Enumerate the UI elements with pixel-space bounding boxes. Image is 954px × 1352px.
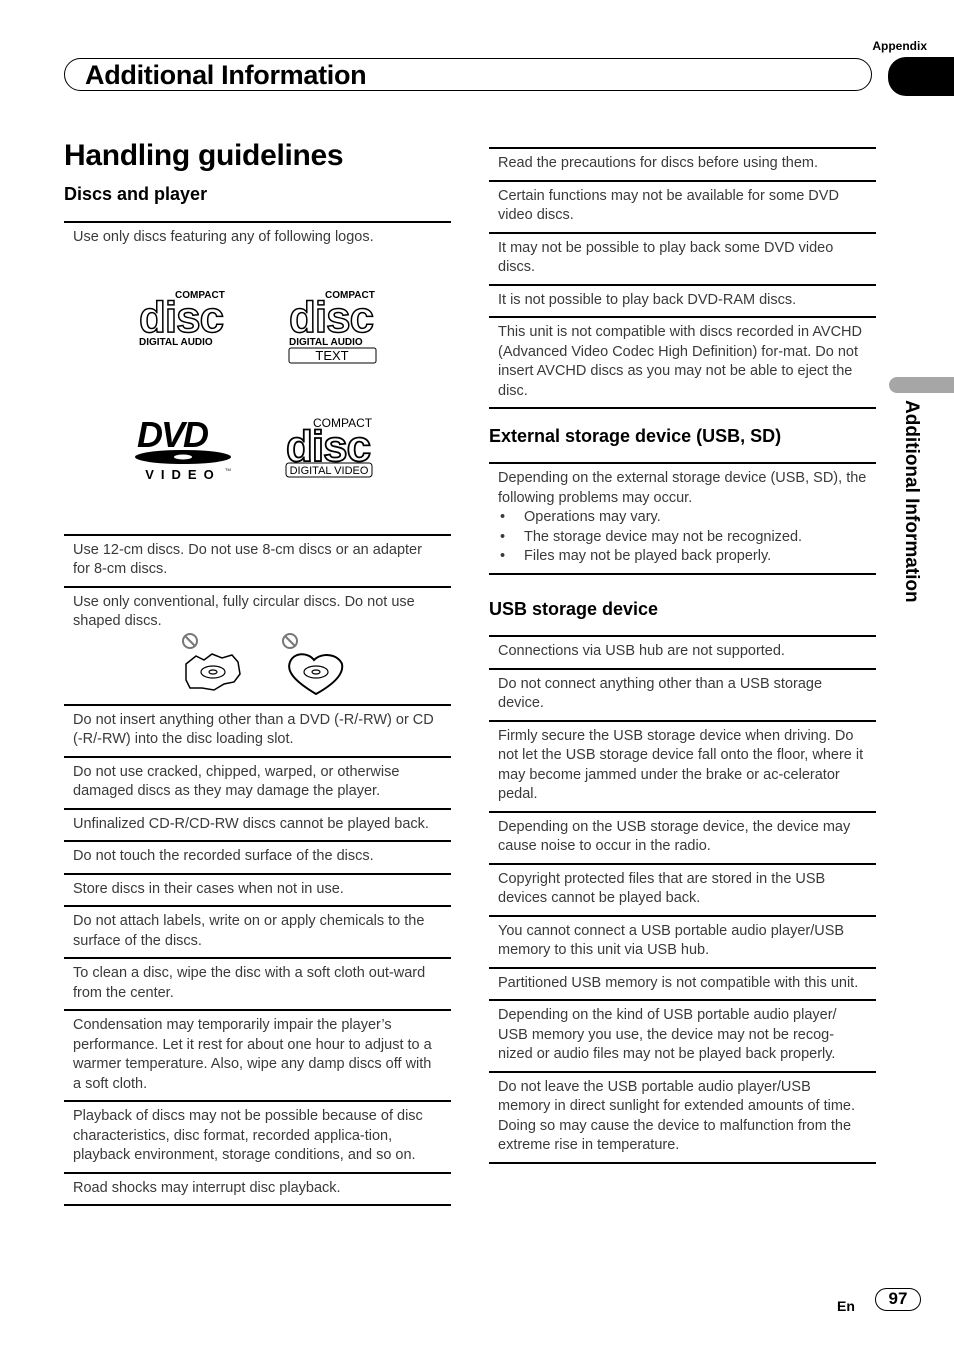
list-item-text: Playback of discs may not be possible be… [73, 1108, 423, 1163]
list-item: Use 12-cm discs. Do not use 8-cm discs o… [64, 533, 451, 586]
list-item: Connections via USB hub are not supporte… [489, 635, 876, 668]
list-item: Do not insert anything other than a DVD … [64, 703, 451, 756]
list-item-text: Do not attach labels, write on or apply … [73, 913, 425, 949]
dvd-disc-hole [174, 454, 192, 459]
heading-usb-storage: USB storage device [489, 599, 659, 619]
list-item-text: Depending on the kind of USB portable au… [498, 1007, 837, 1062]
list-item-text: Do not use cracked, chipped, warped, or … [73, 763, 400, 800]
logo-bottom-text: DIGITAL AUDIO [139, 337, 213, 348]
logo-bottom-text: DIGITAL VIDEO [290, 465, 369, 477]
bullet-item: Operations may vary. [498, 508, 867, 528]
list-item-text: Connections via USB hub are not supporte… [498, 643, 785, 659]
list-item: Unfinalized CD-R/CD-RW discs cannot be p… [64, 807, 451, 841]
list-item: Do not attach labels, write on or apply … [64, 905, 451, 957]
list-item-text: Do not touch the recorded surface of the… [73, 848, 374, 864]
list-item-text: It may not be possible to play back some… [498, 239, 834, 276]
list-item: Partitioned USB memory is not compatible… [489, 966, 876, 1000]
list-item-text: Copyright protected files that are store… [498, 870, 826, 907]
list-item-text: Unfinalized CD-R/CD-RW discs cannot be p… [73, 815, 429, 832]
compact-disc-digital-audio-text-logo: COMPACT disc DIGITAL AUDIO TEXT [288, 290, 377, 363]
list-item-text: Store discs in their cases when not in u… [73, 880, 344, 897]
logo-tm: TM [225, 467, 231, 472]
list-item: Depending on the kind of USB portable au… [489, 999, 876, 1071]
logo-main-text: DVD [137, 414, 208, 455]
appendix-label: Appendix [872, 39, 927, 53]
discs-and-player-list: Use only discs featuring any of followin… [64, 221, 451, 1206]
list-item: You cannot connect a USB portable audio … [489, 914, 876, 967]
list-item-text: Use only discs featuring any of followin… [73, 229, 374, 245]
bullet-item: The storage device may not be recognized… [498, 528, 867, 548]
section-title-bar: Additional Information [64, 58, 872, 91]
list-item: Use only conventional, fully circular di… [64, 585, 451, 704]
heading-external-storage: External storage device (USB, SD) [489, 426, 782, 446]
problem-bullets: Operations may vary. The storage device … [498, 508, 867, 567]
side-tab-marker [889, 377, 954, 393]
side-tab-label: Additional Information [901, 400, 922, 603]
list-item-text: Certain functions may not be available f… [498, 187, 839, 224]
list-item: Copyright protected files that are store… [489, 862, 876, 915]
page-number: 97 [875, 1288, 921, 1311]
list-item-text: You cannot connect a USB portable audio … [498, 922, 845, 959]
list-item-text: Firmly secure the USB storage device whe… [498, 727, 864, 803]
list-item-text: Do not connect anything other than a USB… [498, 675, 823, 712]
list-item: Road shocks may interrupt disc playback. [64, 1171, 451, 1206]
list-item-text: Use 12-cm discs. Do not use 8-cm discs o… [73, 541, 422, 578]
list-item: Depending on the USB storage device, the… [489, 810, 876, 863]
heading-discs-and-player: Discs and player [64, 184, 208, 204]
list-item: Firmly secure the USB storage device whe… [489, 719, 876, 811]
logo-main-text: disc [139, 293, 224, 342]
compact-disc-digital-video-logo: COMPACT disc DIGITAL VIDEO [285, 416, 373, 477]
list-item-text: Do not leave the USB portable audio play… [498, 1078, 856, 1154]
list-item-text: Do not insert anything other than a DVD … [73, 711, 434, 748]
disc-logos: COMPACT disc DIGITAL AUDIO COMPACT disc … [73, 248, 442, 528]
list-item: Do not use cracked, chipped, warped, or … [64, 755, 451, 808]
list-item: Condensation may temporarily impair the … [64, 1009, 451, 1100]
list-item: Certain functions may not be available f… [489, 179, 876, 232]
shaped-discs-illustration [73, 632, 442, 698]
list-item: Do not touch the recorded surface of the… [64, 840, 451, 873]
list-item: To clean a disc, wipe the disc with a so… [64, 957, 451, 1009]
logo-bottom-text: DIGITAL AUDIO [289, 337, 363, 348]
list-item: This unit is not compatible with discs r… [489, 316, 876, 409]
list-item-text: To clean a disc, wipe the disc with a so… [73, 965, 426, 1001]
list-item: Depending on the external storage device… [489, 462, 876, 575]
list-item: Do not leave the USB portable audio play… [489, 1070, 876, 1164]
list-item: Store discs in their cases when not in u… [64, 872, 451, 906]
list-item: Read the precautions for discs before us… [489, 147, 876, 180]
heart-disc-icon [282, 632, 344, 695]
logo-extra-text: TEXT [315, 348, 348, 363]
dvd-video-logo: DVD VIDEO TM [135, 414, 231, 482]
list-item-text: Depending on the USB storage device, the… [498, 818, 851, 855]
list-item-text: It is not possible to play back DVD-RAM … [498, 291, 797, 308]
list-item-text: Condensation may temporarily impair the … [73, 1017, 432, 1092]
list-item: It is not possible to play back DVD-RAM … [489, 283, 876, 317]
list-item: It may not be possible to play back some… [489, 231, 876, 284]
section-title: Additional Information [85, 60, 367, 90]
compact-disc-digital-audio-logo: COMPACT disc DIGITAL AUDIO [138, 290, 225, 348]
shaped-disc-icon [182, 632, 241, 691]
language-code: En [837, 1298, 855, 1314]
list-item-text: Read the precautions for discs before us… [498, 155, 818, 171]
bullet-item: Files may not be played back properly. [498, 547, 867, 567]
logo-main-text: disc [289, 293, 374, 342]
list-item: Playback of discs may not be possible be… [64, 1100, 451, 1172]
list-item: Do not connect anything other than a USB… [489, 667, 876, 720]
page-title: Handling guidelines [64, 139, 344, 172]
usb-storage-list: Connections via USB hub are not supporte… [489, 635, 876, 1164]
logo-main-text: disc [286, 422, 371, 471]
list-item-text: Use only conventional, fully circular di… [73, 593, 415, 630]
external-storage-list: Depending on the external storage device… [489, 462, 876, 575]
list-item-text: Partitioned USB memory is not compatible… [498, 974, 859, 991]
list-item-text: Depending on the external storage device… [498, 470, 867, 506]
logo-bottom-text: VIDEO [145, 467, 220, 482]
list-item-text: This unit is not compatible with discs r… [498, 324, 862, 399]
list-item: Use only discs featuring any of followin… [64, 221, 451, 534]
list-item-text: Road shocks may interrupt disc playback. [73, 1179, 341, 1196]
chapter-tab-marker [888, 57, 954, 96]
discs-continued-list: Read the precautions for discs before us… [489, 147, 876, 409]
